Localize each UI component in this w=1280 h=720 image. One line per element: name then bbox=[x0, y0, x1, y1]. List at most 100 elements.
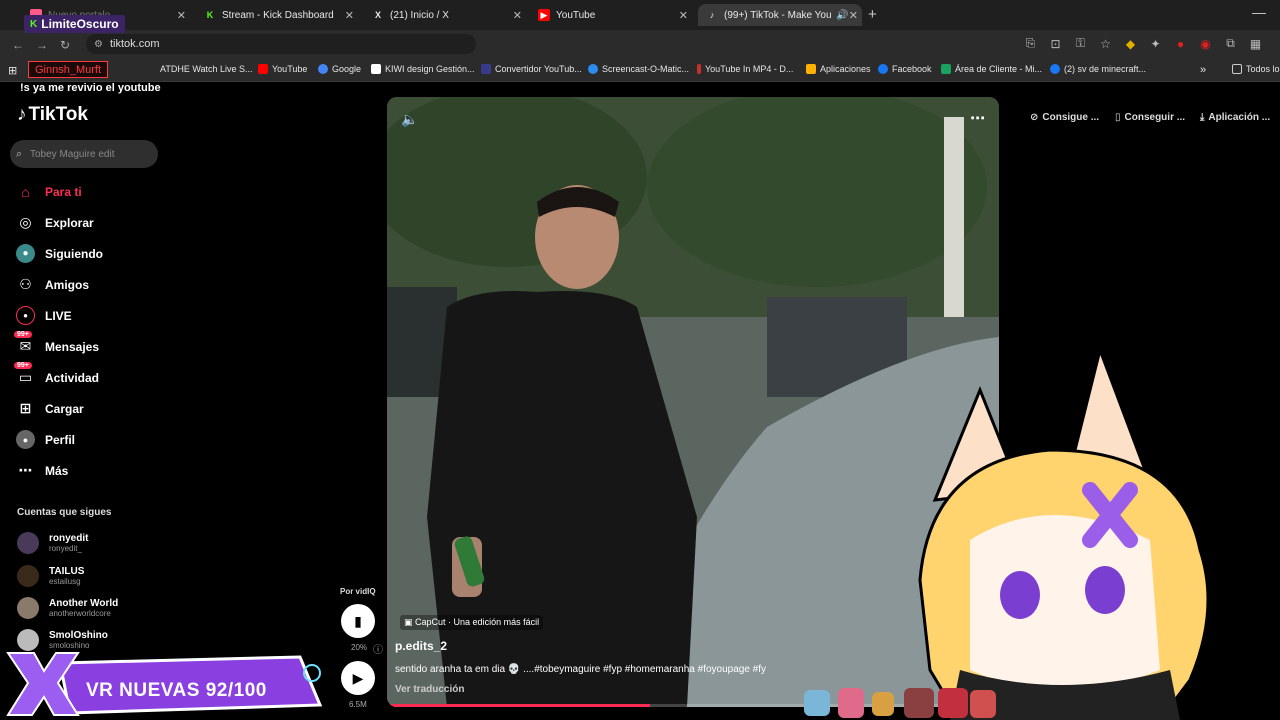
youtube-icon: ▶ bbox=[538, 9, 550, 21]
following-account[interactable]: Another World anotherworldcore bbox=[17, 597, 118, 619]
video-author[interactable]: p.edits_2 bbox=[395, 639, 447, 653]
new-tab-button[interactable]: + bbox=[868, 6, 877, 23]
translate-icon[interactable]: ⎘ bbox=[1024, 36, 1037, 50]
folder-icon bbox=[1232, 64, 1242, 74]
tab-5[interactable]: ♪ (99+) TikTok - Make Your Da 🔊 ✕ bbox=[698, 4, 862, 26]
screencast-icon bbox=[588, 64, 598, 74]
nav-explorar[interactable]: ◎ Explorar bbox=[16, 213, 93, 232]
bookmark[interactable]: ATDHE Watch Live S... bbox=[160, 64, 253, 74]
kiwi-icon bbox=[371, 64, 381, 74]
tab-3[interactable]: X (21) Inicio / X ✕ bbox=[364, 4, 526, 26]
get-app-button[interactable]: ▯ Conseguir ... bbox=[1115, 112, 1185, 123]
extension-icon[interactable]: ✦ bbox=[1149, 37, 1162, 51]
search-input[interactable]: ⌕ Tobey Maguire edit bbox=[10, 140, 158, 168]
screenshot-icon[interactable]: ⊡ bbox=[1049, 37, 1062, 51]
play-button[interactable]: ▶ bbox=[341, 661, 375, 695]
download-app-button[interactable]: ⤓ Aplicación ... bbox=[1200, 112, 1270, 123]
nav-cargar[interactable]: ⊞ Cargar bbox=[16, 399, 84, 418]
more-options-icon[interactable]: ⋯ bbox=[970, 109, 985, 127]
viewer-name: Ginnsh_Murft bbox=[35, 63, 102, 76]
minimize-button[interactable]: — bbox=[1252, 4, 1266, 20]
kick-icon: K bbox=[206, 10, 214, 20]
tab-2[interactable]: K Stream - Kick Dashboard ✕ bbox=[196, 4, 358, 26]
nav-mensajes[interactable]: ✉ 99+ Mensajes bbox=[14, 331, 99, 356]
forward-icon[interactable]: → bbox=[36, 38, 48, 52]
bookmark[interactable]: Área de Cliente - Mi... bbox=[941, 64, 1042, 74]
google-icon bbox=[318, 64, 328, 74]
friends-icon: ⚇ bbox=[19, 276, 32, 292]
capcut-tag[interactable]: ▣ CapCut · Una edición más fácil bbox=[400, 615, 544, 630]
url-field[interactable]: ⚙ tiktok.com bbox=[86, 34, 476, 54]
upload-icon: ⊞ bbox=[19, 400, 32, 416]
puzzle-icon[interactable]: ⧉ bbox=[1224, 36, 1237, 50]
close-icon[interactable]: ✕ bbox=[177, 9, 186, 22]
video-description: sentido aranha ta em dia 💀 ....#tobeymag… bbox=[395, 664, 767, 675]
site-info-icon[interactable]: ⚙ bbox=[94, 39, 103, 50]
nav-perfil[interactable]: ● Perfil bbox=[16, 430, 75, 449]
profile-icon[interactable]: ▦ bbox=[1249, 37, 1262, 51]
close-icon[interactable]: ✕ bbox=[849, 9, 858, 22]
streamer-name: LimiteOscuro bbox=[41, 17, 119, 31]
tiktok-icon: ♪ bbox=[709, 10, 715, 20]
bookmark[interactable]: KIWI design Gestión... bbox=[371, 64, 475, 74]
overlay-streamer-name: K LimiteOscuro bbox=[24, 15, 125, 33]
close-icon[interactable]: ✕ bbox=[345, 9, 354, 22]
all-bookmarks[interactable]: Todos lo bbox=[1232, 64, 1280, 74]
nav-amigos[interactable]: ⚇ Amigos bbox=[16, 275, 89, 294]
tab-label: (21) Inicio / X bbox=[390, 9, 449, 21]
close-icon[interactable]: ✕ bbox=[679, 9, 688, 22]
avatar bbox=[17, 565, 39, 587]
bookmark[interactable]: Screencast-O-Matic... bbox=[588, 64, 689, 74]
stream-goal-text: VR NUEVAS 92/100 bbox=[86, 680, 267, 701]
bookmark[interactable]: (2) sv de minecraft... bbox=[1050, 64, 1146, 74]
volume-icon[interactable]: 🔈 bbox=[401, 111, 418, 128]
facebook-icon bbox=[1050, 64, 1060, 74]
translate-link[interactable]: Ver traducción bbox=[395, 684, 464, 695]
play-icon: ▶ bbox=[352, 669, 364, 686]
get-coins-button[interactable]: ⊘ Consigue ... bbox=[1030, 112, 1099, 123]
bookmark[interactable]: YouTube bbox=[258, 64, 307, 74]
avatar bbox=[17, 532, 39, 554]
chevron-right-icon[interactable]: » bbox=[1200, 64, 1206, 76]
extensions-bar: ⎘ ⊡ ⚿ ☆ ◆ ✦ ● ◉ ⧉ ▦ bbox=[1024, 36, 1262, 51]
browser-tab-bar: Nuevo portalo ✕ K Stream - Kick Dashboar… bbox=[0, 0, 1280, 30]
following-section-title: Cuentas que sigues bbox=[17, 507, 112, 518]
following-account[interactable]: TAILUS estailusg bbox=[17, 565, 84, 587]
stats-button[interactable]: ▮ bbox=[341, 604, 375, 638]
bookmark[interactable]: YouTube In MP4 - D... bbox=[697, 64, 793, 74]
bookmark[interactable]: Aplicaciones bbox=[806, 64, 871, 74]
bookmark[interactable]: Facebook bbox=[878, 64, 932, 74]
reload-icon[interactable]: ↻ bbox=[60, 38, 70, 52]
nav-actividad[interactable]: ▭ 99+ Actividad bbox=[14, 362, 99, 387]
nav-para-ti[interactable]: ⌂ Para ti bbox=[16, 182, 81, 201]
chat-stickers bbox=[804, 688, 996, 718]
close-icon[interactable]: ✕ bbox=[513, 9, 522, 22]
url-text: tiktok.com bbox=[110, 38, 160, 50]
bookmark[interactable]: Convertidor YouTub... bbox=[481, 64, 582, 74]
overlay-chat-message: !s ya me revivio el youtube bbox=[20, 82, 161, 94]
bookmark[interactable]: Google bbox=[318, 64, 361, 74]
record-icon[interactable]: ● bbox=[1174, 37, 1187, 51]
info-icon[interactable]: ⓘ bbox=[373, 641, 383, 656]
apps-icon[interactable]: ⊞ bbox=[8, 64, 17, 77]
bookmarks-bar: ⊞ ATDHE Watch Live S... YouTube Google K… bbox=[0, 58, 1280, 82]
following-account[interactable]: ronyedit ronyedit_ bbox=[17, 532, 88, 554]
password-icon[interactable]: ⚿ bbox=[1074, 36, 1087, 50]
home-icon: ⌂ bbox=[21, 183, 30, 200]
nav-siguiendo[interactable]: ● Siguiendo bbox=[16, 244, 103, 263]
nav-mas[interactable]: ⋯ Más bbox=[16, 461, 69, 480]
tab-4[interactable]: ▶ YouTube ✕ bbox=[530, 4, 692, 26]
speaker-icon[interactable]: 🔊 bbox=[836, 10, 848, 21]
following-icon: ● bbox=[16, 244, 35, 263]
extension-icon[interactable]: ◆ bbox=[1124, 37, 1137, 51]
notification-badge: 99+ bbox=[14, 362, 32, 369]
star-icon[interactable]: ☆ bbox=[1099, 37, 1112, 51]
back-icon[interactable]: ← bbox=[12, 38, 24, 52]
tiktok-logo[interactable]: ♪ TikTok bbox=[17, 104, 88, 126]
opera-icon[interactable]: ◉ bbox=[1199, 37, 1212, 51]
search-placeholder: Tobey Maguire edit bbox=[30, 148, 115, 160]
view-count: 6.5M bbox=[349, 700, 367, 709]
messages-icon: ✉ 99+ bbox=[14, 331, 35, 356]
tab-label: YouTube bbox=[556, 9, 596, 21]
nav-live[interactable]: ● LIVE bbox=[16, 306, 72, 325]
